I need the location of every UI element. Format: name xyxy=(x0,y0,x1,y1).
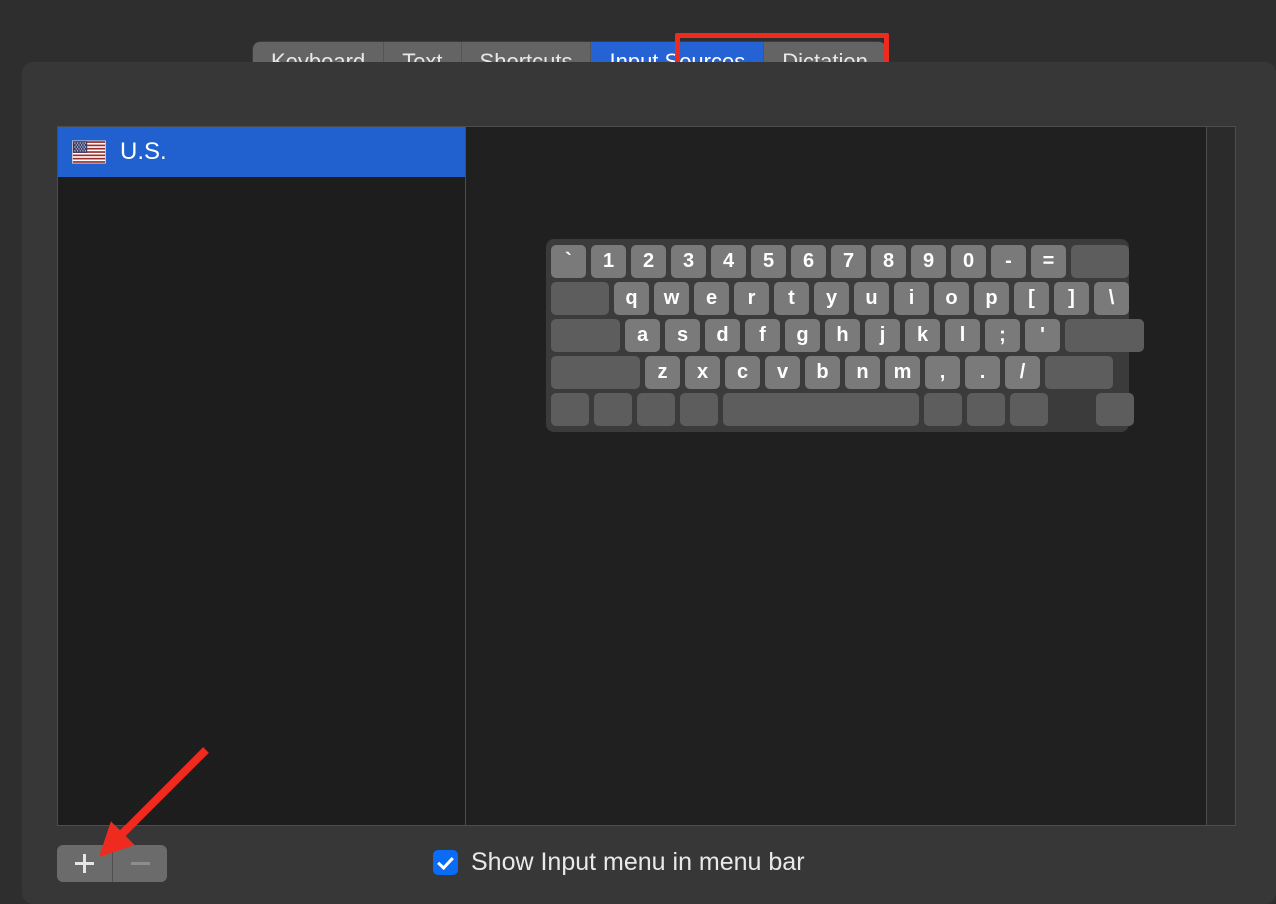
show-input-menu-checkbox[interactable] xyxy=(433,850,458,875)
key-6: 6 xyxy=(791,245,826,278)
list-item-us[interactable]: U.S. xyxy=(58,127,465,177)
key-p: p xyxy=(974,282,1009,315)
minus-icon xyxy=(130,862,150,865)
key-v: v xyxy=(765,356,800,389)
key-blank-1-0 xyxy=(551,282,609,315)
key-c: c xyxy=(725,356,760,389)
key-s: s xyxy=(665,319,700,352)
key-blank-0-13 xyxy=(1071,245,1129,278)
show-input-menu-row[interactable]: Show Input menu in menu bar xyxy=(433,848,805,877)
key-[: [ xyxy=(1014,282,1049,315)
key-.: . xyxy=(965,356,1000,389)
key-9: 9 xyxy=(911,245,946,278)
key--: - xyxy=(991,245,1026,278)
key-blank-3-0 xyxy=(551,356,640,389)
key-blank-4-6 xyxy=(967,393,1005,426)
key-blank-2-0 xyxy=(551,319,620,352)
vertical-scrollbar[interactable] xyxy=(1206,127,1235,825)
key-/: / xyxy=(1005,356,1040,389)
key-7: 7 xyxy=(831,245,866,278)
add-input-source-button[interactable] xyxy=(57,845,112,882)
us-flag-icon xyxy=(72,140,106,164)
key-u: u xyxy=(854,282,889,315)
keyboard-layout-preview: ` 1 2 3 4 5 6 7 8 9 0- = q w e r t y u i o p[] \ a s d f g h j k l; ' z x c… xyxy=(546,239,1144,432)
key-r: r xyxy=(734,282,769,315)
key-z: z xyxy=(645,356,680,389)
key-blank-4-0 xyxy=(551,393,589,426)
add-remove-segmented-control[interactable] xyxy=(57,845,167,882)
key-k: k xyxy=(905,319,940,352)
key-blank-2-12 xyxy=(1065,319,1144,352)
key-blank-4-2 xyxy=(637,393,675,426)
key-q: q xyxy=(614,282,649,315)
key-h: h xyxy=(825,319,860,352)
key-blank-4-3 xyxy=(680,393,718,426)
key-n: n xyxy=(845,356,880,389)
key-\: \ xyxy=(1094,282,1129,315)
key-b: b xyxy=(805,356,840,389)
keyboard-row-4: z x c v b n m,. / xyxy=(551,356,1124,389)
key-1: 1 xyxy=(591,245,626,278)
key-arrow-cluster xyxy=(1053,393,1091,426)
key-5: 5 xyxy=(751,245,786,278)
keyboard-row-5 xyxy=(551,393,1134,426)
key-;: ; xyxy=(985,319,1020,352)
show-input-menu-label: Show Input menu in menu bar xyxy=(471,848,805,876)
key-t: t xyxy=(774,282,809,315)
key-blank-4-7 xyxy=(1010,393,1048,426)
key-blank-4-5 xyxy=(924,393,962,426)
key-m: m xyxy=(885,356,920,389)
keyboard-row-1: ` 1 2 3 4 5 6 7 8 9 0- = xyxy=(551,245,1129,278)
key-blank-4-4 xyxy=(723,393,919,426)
key-4: 4 xyxy=(711,245,746,278)
keyboard-row-3: a s d f g h j k l; ' xyxy=(551,319,1144,352)
key-f: f xyxy=(745,319,780,352)
key-x: x xyxy=(685,356,720,389)
key-j: j xyxy=(865,319,900,352)
key-l: l xyxy=(945,319,980,352)
key-]: ] xyxy=(1054,282,1089,315)
list-item-label: U.S. xyxy=(120,138,167,165)
key-g: g xyxy=(785,319,820,352)
key-`: ` xyxy=(551,245,586,278)
input-sources-list[interactable]: U.S. xyxy=(58,127,466,825)
key-e: e xyxy=(694,282,729,315)
key-y: y xyxy=(814,282,849,315)
key-blank-4-9 xyxy=(1096,393,1134,426)
key-': ' xyxy=(1025,319,1060,352)
key-w: w xyxy=(654,282,689,315)
keyboard-layout-preview-pane: ` 1 2 3 4 5 6 7 8 9 0- = q w e r t y u i o p[] \ a s d f g h j k l; ' z x c… xyxy=(466,127,1206,825)
key-8: 8 xyxy=(871,245,906,278)
keyboard-row-2: q w e r t y u i o p[] \ xyxy=(551,282,1129,315)
key-0: 0 xyxy=(951,245,986,278)
key-=: = xyxy=(1031,245,1066,278)
key-,: , xyxy=(925,356,960,389)
key-blank-3-11 xyxy=(1045,356,1113,389)
key-2: 2 xyxy=(631,245,666,278)
remove-input-source-button[interactable] xyxy=(112,845,167,882)
key-d: d xyxy=(705,319,740,352)
key-i: i xyxy=(894,282,929,315)
key-o: o xyxy=(934,282,969,315)
key-3: 3 xyxy=(671,245,706,278)
key-a: a xyxy=(625,319,660,352)
input-sources-content-box: U.S. ` 1 2 3 4 5 6 7 8 9 0- = q w e r t y u i o p[] \ a s d f g h j k l… xyxy=(57,126,1236,826)
key-blank-4-1 xyxy=(594,393,632,426)
plus-icon xyxy=(75,854,94,873)
